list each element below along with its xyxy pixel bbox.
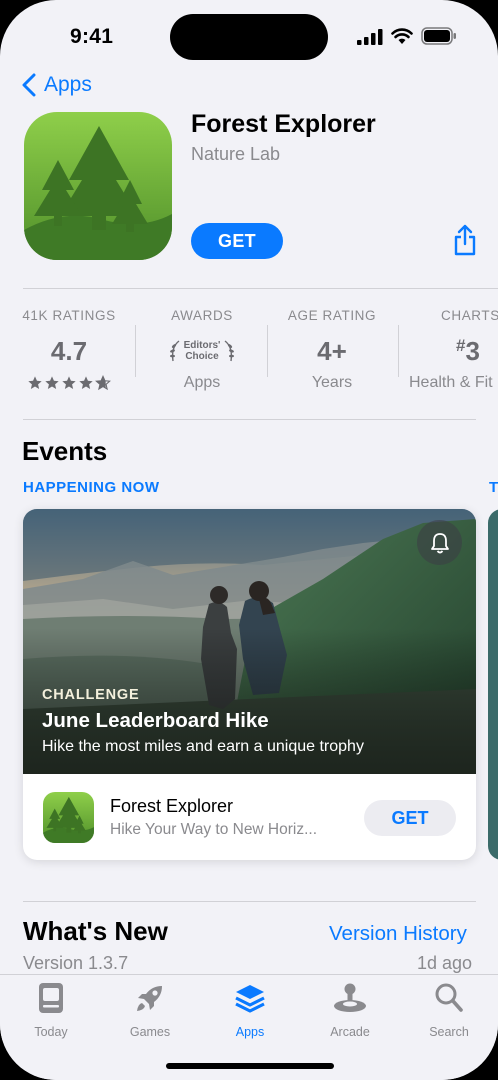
- age-rating-value: 4+: [317, 336, 347, 366]
- tab-search-label: Search: [429, 1025, 469, 1039]
- wifi-icon: [391, 28, 413, 44]
- hikers-mountain-image: [23, 509, 476, 774]
- status-time: 9:41: [70, 25, 114, 48]
- event-title: June Leaderboard Hike: [42, 709, 269, 732]
- laurel-left-icon: [169, 340, 180, 362]
- awards-stat[interactable]: AWARDS Editors' Choice Apps: [150, 308, 254, 392]
- app-icon: [24, 112, 172, 260]
- developer-link[interactable]: Nature Lab: [191, 144, 280, 165]
- bell-icon: [430, 532, 449, 553]
- age-rating-label: AGE RATING: [287, 308, 377, 323]
- star-icon: [28, 376, 42, 389]
- dynamic-island: [170, 14, 328, 60]
- notify-bell-button[interactable]: [417, 520, 462, 565]
- charts-stat[interactable]: CHARTS #3 Health & Fit: [404, 308, 498, 392]
- pine-trees-icon: [43, 792, 94, 843]
- charts-value-wrap: #3: [404, 336, 498, 370]
- joystick-icon: [334, 983, 366, 1012]
- laurel-right-icon: [224, 340, 235, 362]
- ratings-value: 4.7: [50, 336, 88, 366]
- charts-label: CHARTS: [441, 308, 498, 323]
- app-title: Forest Explorer: [191, 110, 376, 138]
- back-button[interactable]: Apps: [22, 70, 92, 100]
- search-icon: [435, 983, 463, 1012]
- version-date: 1d ago: [417, 953, 473, 973]
- back-label: Apps: [44, 73, 92, 96]
- home-indicator: [166, 1063, 334, 1069]
- tab-arcade-label: Arcade: [330, 1025, 370, 1039]
- cellular-signal-icon: [357, 29, 383, 45]
- star-rating: [18, 375, 120, 391]
- star-icon: [79, 376, 93, 389]
- event-get-button[interactable]: GET: [364, 800, 456, 836]
- tab-games-label: Games: [129, 1025, 171, 1039]
- today-icon: [39, 983, 63, 1013]
- status-bar: 9:41: [0, 0, 498, 70]
- charts-sub: Health & Fit: [409, 374, 493, 391]
- awards-label: AWARDS: [171, 308, 233, 323]
- battery-icon: [421, 27, 456, 45]
- divider: [23, 901, 476, 902]
- pine-trees-icon: [24, 112, 172, 260]
- tab-games[interactable]: Games: [110, 981, 190, 1039]
- layers-icon: [235, 985, 265, 1013]
- ratings-stat[interactable]: 41K RATINGS 4.7: [18, 308, 120, 391]
- event-app-name: Forest Explorer: [110, 796, 234, 816]
- whats-new-heading: What's New: [23, 916, 168, 946]
- star-icon: [45, 376, 59, 389]
- star-half-icon: [95, 375, 111, 391]
- event-tag: CHALLENGE: [42, 687, 140, 703]
- age-rating-sub: Years: [311, 374, 353, 391]
- version-number: Version 1.3.7: [23, 953, 129, 973]
- charts-value: 3: [465, 336, 480, 366]
- next-event-card[interactable]: [488, 509, 498, 860]
- event-app-subtitle: Hike Your Way to New Horiz...: [110, 821, 318, 838]
- divider: [398, 325, 399, 377]
- event-description: Hike the most miles and earn a unique tr…: [42, 738, 364, 755]
- ratings-label: 41K RATINGS: [22, 308, 116, 323]
- get-button[interactable]: GET: [191, 223, 283, 259]
- tab-apps-label: Apps: [235, 1025, 265, 1039]
- version-history-link[interactable]: Version History: [329, 922, 467, 946]
- tab-search[interactable]: Search: [409, 981, 489, 1039]
- tab-today[interactable]: Today: [11, 981, 91, 1039]
- divider: [23, 419, 476, 420]
- chevron-left-icon: [22, 73, 36, 97]
- event-card[interactable]: CHALLENGE June Leaderboard Hike Hike the…: [23, 509, 476, 860]
- divider: [267, 325, 268, 377]
- next-event-label: T: [489, 479, 498, 496]
- happening-now-label: HAPPENING NOW: [23, 479, 160, 496]
- editors-choice-line2: Choice: [185, 351, 219, 362]
- tab-apps[interactable]: Apps: [210, 981, 290, 1039]
- tab-today-label: Today: [34, 1025, 68, 1039]
- divider: [23, 288, 498, 289]
- editors-choice-badge: Editors' Choice: [150, 338, 254, 364]
- editors-choice-line1: Editors': [183, 340, 221, 351]
- divider: [135, 325, 136, 377]
- event-app-icon: [43, 792, 94, 843]
- app-store-screen: 9:41 Apps Forest Explorer Nature Lab GET…: [0, 0, 498, 1080]
- tab-arcade[interactable]: Arcade: [310, 981, 390, 1039]
- star-icon: [62, 376, 76, 389]
- share-icon[interactable]: [452, 224, 478, 256]
- age-rating-stat[interactable]: AGE RATING 4+ Years: [282, 308, 382, 392]
- rocket-icon: [137, 986, 162, 1011]
- awards-sub: Apps: [183, 374, 221, 391]
- events-heading: Events: [22, 436, 108, 466]
